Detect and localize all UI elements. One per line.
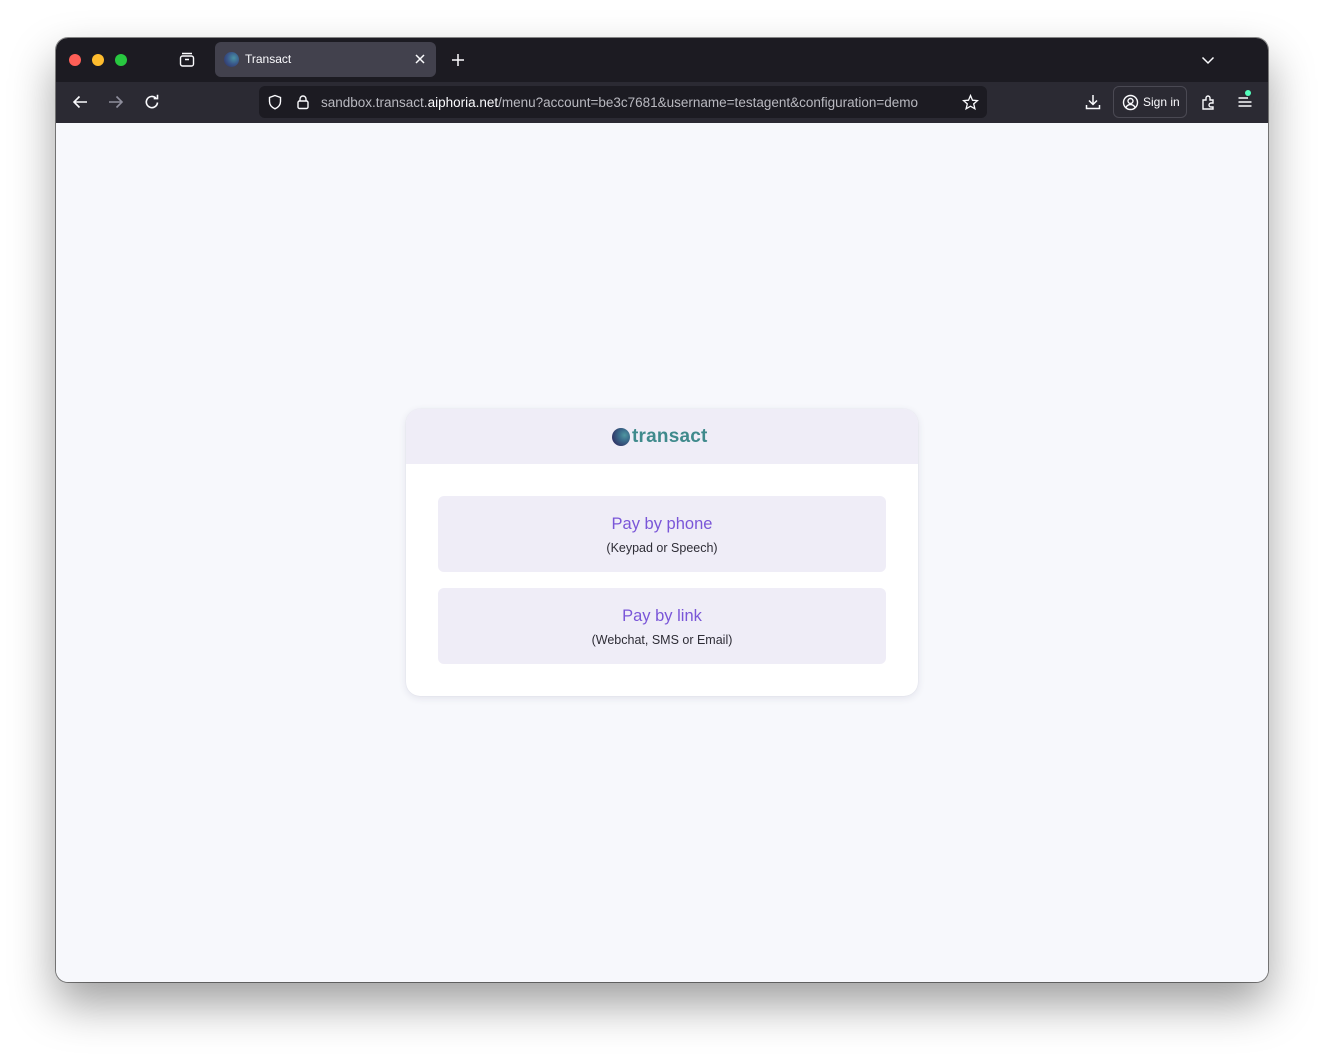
close-window-button[interactable] <box>69 54 81 66</box>
page-content: transact Pay by phone (Keypad or Speech)… <box>56 123 1268 982</box>
arrow-right-icon[interactable] <box>106 92 126 112</box>
arrow-left-icon[interactable] <box>70 92 90 112</box>
puzzle-icon[interactable] <box>1199 92 1219 112</box>
chevron-down-icon[interactable] <box>1199 51 1217 69</box>
payment-menu-card: transact Pay by phone (Keypad or Speech)… <box>406 409 918 696</box>
lock-icon[interactable] <box>295 94 311 110</box>
tab-strip: Transact <box>56 38 1268 82</box>
pay-by-phone-button[interactable]: Pay by phone (Keypad or Speech) <box>438 496 886 572</box>
navigation-bar: sandbox.transact.aiphoria.net/menu?accou… <box>56 82 1268 123</box>
close-icon[interactable] <box>412 51 428 67</box>
url-prefix: sandbox.transact. <box>321 95 428 110</box>
minimize-window-button[interactable] <box>92 54 104 66</box>
option-subtitle: (Webchat, SMS or Email) <box>591 633 733 647</box>
tab-overview-icon[interactable] <box>178 51 196 69</box>
star-icon[interactable] <box>961 93 980 111</box>
url-path: /menu?account=be3c7681&username=testagen… <box>498 95 919 110</box>
transact-logo: transact <box>612 426 708 448</box>
address-bar[interactable]: sandbox.transact.aiphoria.net/menu?accou… <box>259 86 987 118</box>
logo-mark <box>612 428 630 446</box>
browser-window: Transact sandbox.transact.aiphoria.net/m… <box>56 38 1268 982</box>
sign-in-label: Sign in <box>1143 95 1180 109</box>
option-title: Pay by link <box>622 607 702 625</box>
logo-text: transact <box>632 426 708 447</box>
update-badge <box>1245 90 1251 96</box>
shield-icon[interactable] <box>267 94 283 110</box>
tab-title: Transact <box>245 52 292 66</box>
url-domain: aiphoria.net <box>427 95 499 110</box>
account-icon <box>1122 94 1139 111</box>
maximize-window-button[interactable] <box>115 54 127 66</box>
reload-icon[interactable] <box>142 92 162 112</box>
option-title: Pay by phone <box>611 515 713 533</box>
sign-in-button[interactable]: Sign in <box>1113 86 1187 118</box>
pay-by-link-button[interactable]: Pay by link (Webchat, SMS or Email) <box>438 588 886 664</box>
url-text[interactable]: sandbox.transact.aiphoria.net/menu?accou… <box>321 95 951 110</box>
option-subtitle: (Keypad or Speech) <box>606 541 718 555</box>
card-header: transact <box>406 409 918 464</box>
download-icon[interactable] <box>1083 92 1103 112</box>
tab-favicon <box>224 52 239 67</box>
plus-icon[interactable] <box>449 51 467 69</box>
active-tab[interactable]: Transact <box>215 42 436 77</box>
